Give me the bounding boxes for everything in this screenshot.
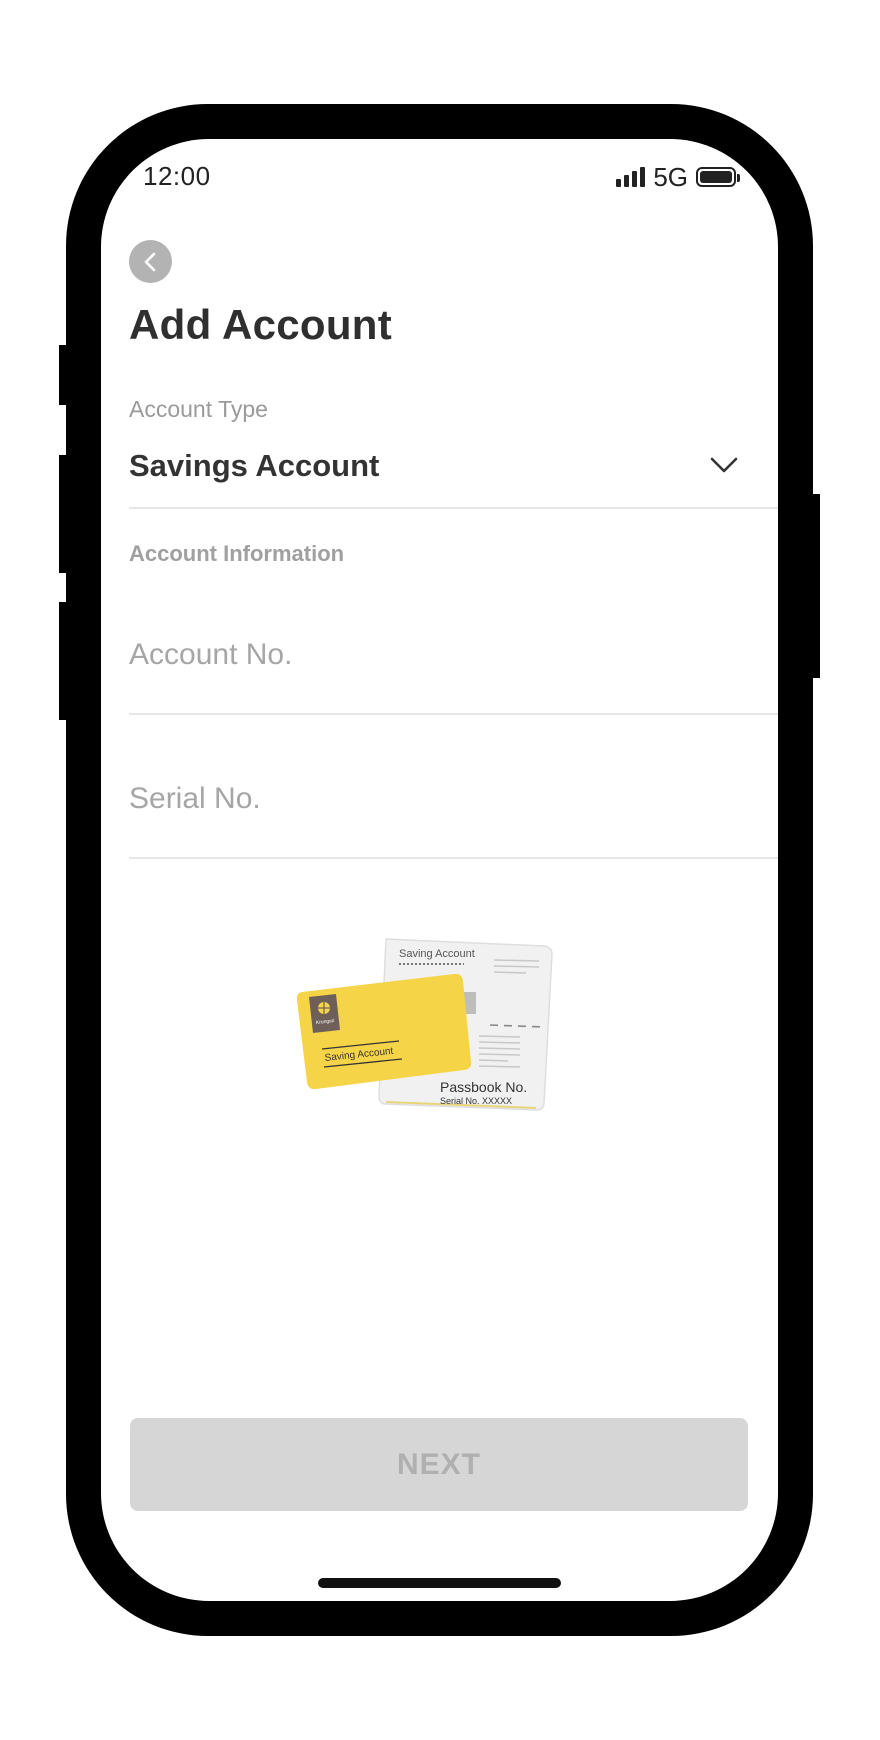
- battery-icon: [696, 167, 740, 187]
- back-button[interactable]: [129, 240, 172, 283]
- network-type: 5G: [653, 161, 688, 192]
- signal-icon: [616, 167, 646, 187]
- account-type-divider: [129, 507, 778, 509]
- page-title: Add Account: [129, 301, 393, 348]
- card-passbook-illustration: Saving Account Passbook No. Serial No. X…: [296, 938, 553, 1111]
- account-type-label: Account Type: [129, 396, 268, 422]
- account-number-input[interactable]: [129, 628, 749, 682]
- serial-number-input[interactable]: [129, 772, 749, 826]
- status-time: 12:00: [143, 161, 211, 191]
- next-button[interactable]: NEXT: [130, 1418, 748, 1511]
- home-indicator: [318, 1578, 561, 1588]
- serial-number-divider: [129, 857, 778, 859]
- chevron-left-icon: [144, 252, 155, 271]
- status-indicators: 5G: [616, 161, 740, 193]
- passbook-number-label: Passbook No.: [440, 1079, 527, 1095]
- saving-card-illustration: Krungsri Saving Account: [296, 973, 472, 1090]
- passbook-serial-label: Serial No. XXXXX: [440, 1096, 512, 1106]
- passbook-title: Saving Account: [399, 948, 475, 960]
- account-information-heading: Account Information: [129, 541, 345, 566]
- chevron-down-icon[interactable]: [709, 455, 739, 475]
- account-type-select[interactable]: Savings Account: [129, 448, 379, 484]
- phone-screen: 12:00 5G Add Account Account Type Saving…: [101, 139, 778, 1601]
- account-number-divider: [129, 713, 778, 715]
